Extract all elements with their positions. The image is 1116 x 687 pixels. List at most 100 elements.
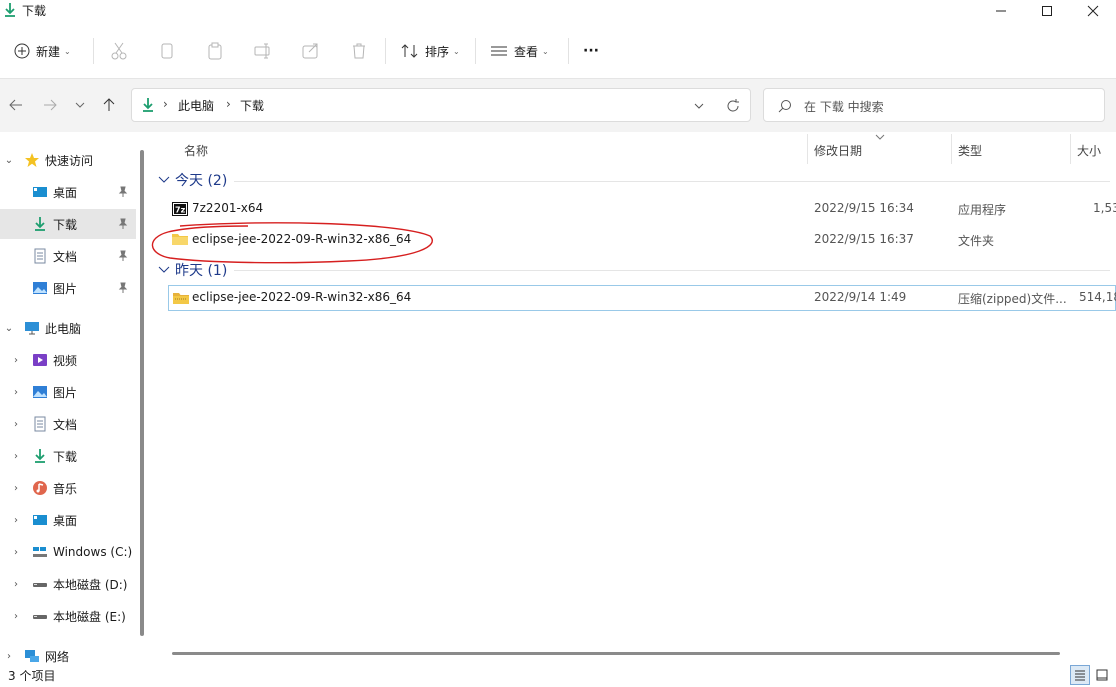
sidebar-label: 本地磁盘 (D:) [53, 577, 128, 592]
paste-icon[interactable] [205, 41, 225, 61]
copy-icon[interactable] [157, 41, 177, 61]
forward-button[interactable] [40, 94, 60, 116]
toolbar-divider [385, 38, 386, 64]
chevron-right-icon[interactable]: › [3, 651, 15, 662]
sidebar-label: 下载 [53, 217, 78, 232]
chevron-right-icon[interactable]: › [10, 611, 22, 622]
document-icon [34, 416, 46, 432]
chevron-right-icon[interactable]: › [10, 355, 22, 366]
svg-text:7z: 7z [175, 206, 186, 215]
computer-icon [25, 322, 39, 335]
view-button[interactable]: 查看 ⌄ [490, 36, 549, 66]
tiles-view-button[interactable] [1092, 665, 1112, 685]
column-header-name[interactable]: 名称 [184, 142, 208, 159]
sidebar-scrollbar[interactable] [140, 150, 144, 636]
address-bar[interactable]: › 此电脑 › 下载 [131, 88, 751, 122]
breadcrumb-downloads[interactable]: 下载 [240, 97, 264, 114]
sidebar-item-music[interactable]: › 音乐 [0, 473, 136, 503]
close-button[interactable] [1070, 0, 1116, 22]
view-list-icon [491, 46, 507, 56]
column-divider[interactable] [807, 134, 808, 164]
group-header-today[interactable]: 今天 (2) [158, 170, 227, 190]
file-row-selected[interactable]: eclipse-jee-2022-09-R-win32-x86_64 2022/… [168, 285, 1116, 311]
7zip-app-icon: 7z [172, 202, 188, 216]
chevron-down-icon[interactable]: ⌄ [3, 155, 15, 166]
chevron-right-icon[interactable]: › [10, 419, 22, 430]
file-row[interactable]: eclipse-jee-2022-09-R-win32-x86_64 2022/… [168, 227, 1116, 253]
chevron-right-icon[interactable]: › [10, 547, 22, 558]
sidebar-item-quick-access[interactable]: ⌄ 快速访问 [0, 145, 136, 175]
chevron-right-icon[interactable]: › [10, 579, 22, 590]
chevron-right-icon[interactable]: › [10, 451, 22, 462]
horizontal-scrollbar[interactable] [172, 652, 1060, 655]
delete-icon[interactable] [349, 41, 369, 61]
column-divider[interactable] [951, 134, 952, 164]
picture-icon [33, 282, 47, 294]
new-button-label: 新建 [36, 44, 61, 59]
sidebar-item-downloads[interactable]: 下载 [0, 209, 136, 239]
sidebar-item-documents[interactable]: › 文档 [0, 409, 136, 439]
pin-icon[interactable] [118, 282, 128, 294]
sidebar-item-drive-e[interactable]: › 本地磁盘 (E:) [0, 601, 136, 631]
more-options-button[interactable]: ··· [583, 36, 599, 66]
breadcrumb-this-pc[interactable]: 此电脑 [178, 97, 214, 114]
sidebar-label: 下载 [53, 449, 78, 464]
cut-icon[interactable] [109, 41, 129, 61]
desktop-icon [33, 187, 47, 197]
column-divider[interactable] [1070, 134, 1071, 164]
sidebar-item-drive-c[interactable]: › Windows (C:) [0, 537, 136, 567]
sidebar-item-this-pc[interactable]: ⌄ 此电脑 [0, 313, 136, 343]
pin-icon[interactable] [118, 218, 128, 230]
sidebar-item-desktop[interactable]: › 桌面 [0, 505, 136, 535]
download-icon [35, 449, 45, 463]
sidebar-item-videos[interactable]: › 视频 [0, 345, 136, 375]
window-title: 下载 [22, 4, 47, 18]
chevron-down-icon: ⌄ [64, 46, 71, 56]
chevron-right-icon[interactable]: › [10, 515, 22, 526]
sidebar-item-desktop[interactable]: 桌面 [0, 177, 136, 207]
file-size: 514,18 [1079, 290, 1116, 304]
folder-icon [172, 234, 188, 245]
rename-icon[interactable] [253, 41, 273, 61]
sidebar-item-documents[interactable]: 文档 [0, 241, 136, 271]
arrow-right-icon [44, 99, 57, 111]
group-label: 今天 (2) [175, 173, 228, 189]
drive-icon [33, 615, 47, 619]
search-box[interactable]: 在 下载 中搜索 [763, 88, 1105, 122]
minimize-button[interactable] [978, 0, 1024, 22]
column-header-modified[interactable]: 修改日期 [814, 142, 862, 159]
refresh-icon[interactable] [726, 99, 740, 113]
music-icon [33, 481, 47, 495]
share-icon[interactable] [301, 41, 321, 61]
sidebar-label: 图片 [53, 385, 78, 400]
column-header-type[interactable]: 类型 [958, 142, 982, 159]
column-header-size[interactable]: 大小 [1077, 142, 1101, 159]
sidebar-item-downloads[interactable]: › 下载 [0, 441, 136, 471]
sidebar-item-pictures[interactable]: › 图片 [0, 377, 136, 407]
chevron-down-icon[interactable]: ⌄ [3, 323, 15, 334]
new-button[interactable]: 新建 ⌄ [14, 36, 71, 66]
sidebar-item-drive-d[interactable]: › 本地磁盘 (D:) [0, 569, 136, 599]
group-header-yesterday[interactable]: 昨天 (1) [158, 260, 227, 280]
details-view-button[interactable] [1070, 665, 1090, 685]
maximize-button[interactable] [1024, 0, 1070, 22]
chevron-right-icon[interactable]: › [10, 387, 22, 398]
chevron-down-icon[interactable] [694, 102, 704, 110]
network-icon [25, 650, 39, 662]
sidebar-item-pictures[interactable]: 图片 [0, 273, 136, 303]
file-type: 应用程序 [958, 203, 1007, 217]
chevron-down-icon [75, 102, 85, 108]
breadcrumb-separator: › [226, 97, 231, 111]
sort-icon [401, 44, 418, 58]
chevron-right-icon[interactable]: › [10, 483, 22, 494]
up-button[interactable] [99, 94, 119, 116]
recent-locations-button[interactable] [70, 94, 90, 116]
chevron-down-icon [158, 266, 170, 273]
file-type: 文件夹 [958, 234, 995, 248]
pin-icon[interactable] [118, 186, 128, 198]
file-modified: 2022/9/14 1:49 [814, 290, 907, 304]
pin-icon[interactable] [118, 250, 128, 262]
sort-button[interactable]: 排序 ⌄ [401, 36, 460, 66]
back-button[interactable] [6, 94, 26, 116]
file-row[interactable]: 7z 7z2201-x64 2022/9/15 16:34 应用程序 1,53 [168, 196, 1116, 222]
